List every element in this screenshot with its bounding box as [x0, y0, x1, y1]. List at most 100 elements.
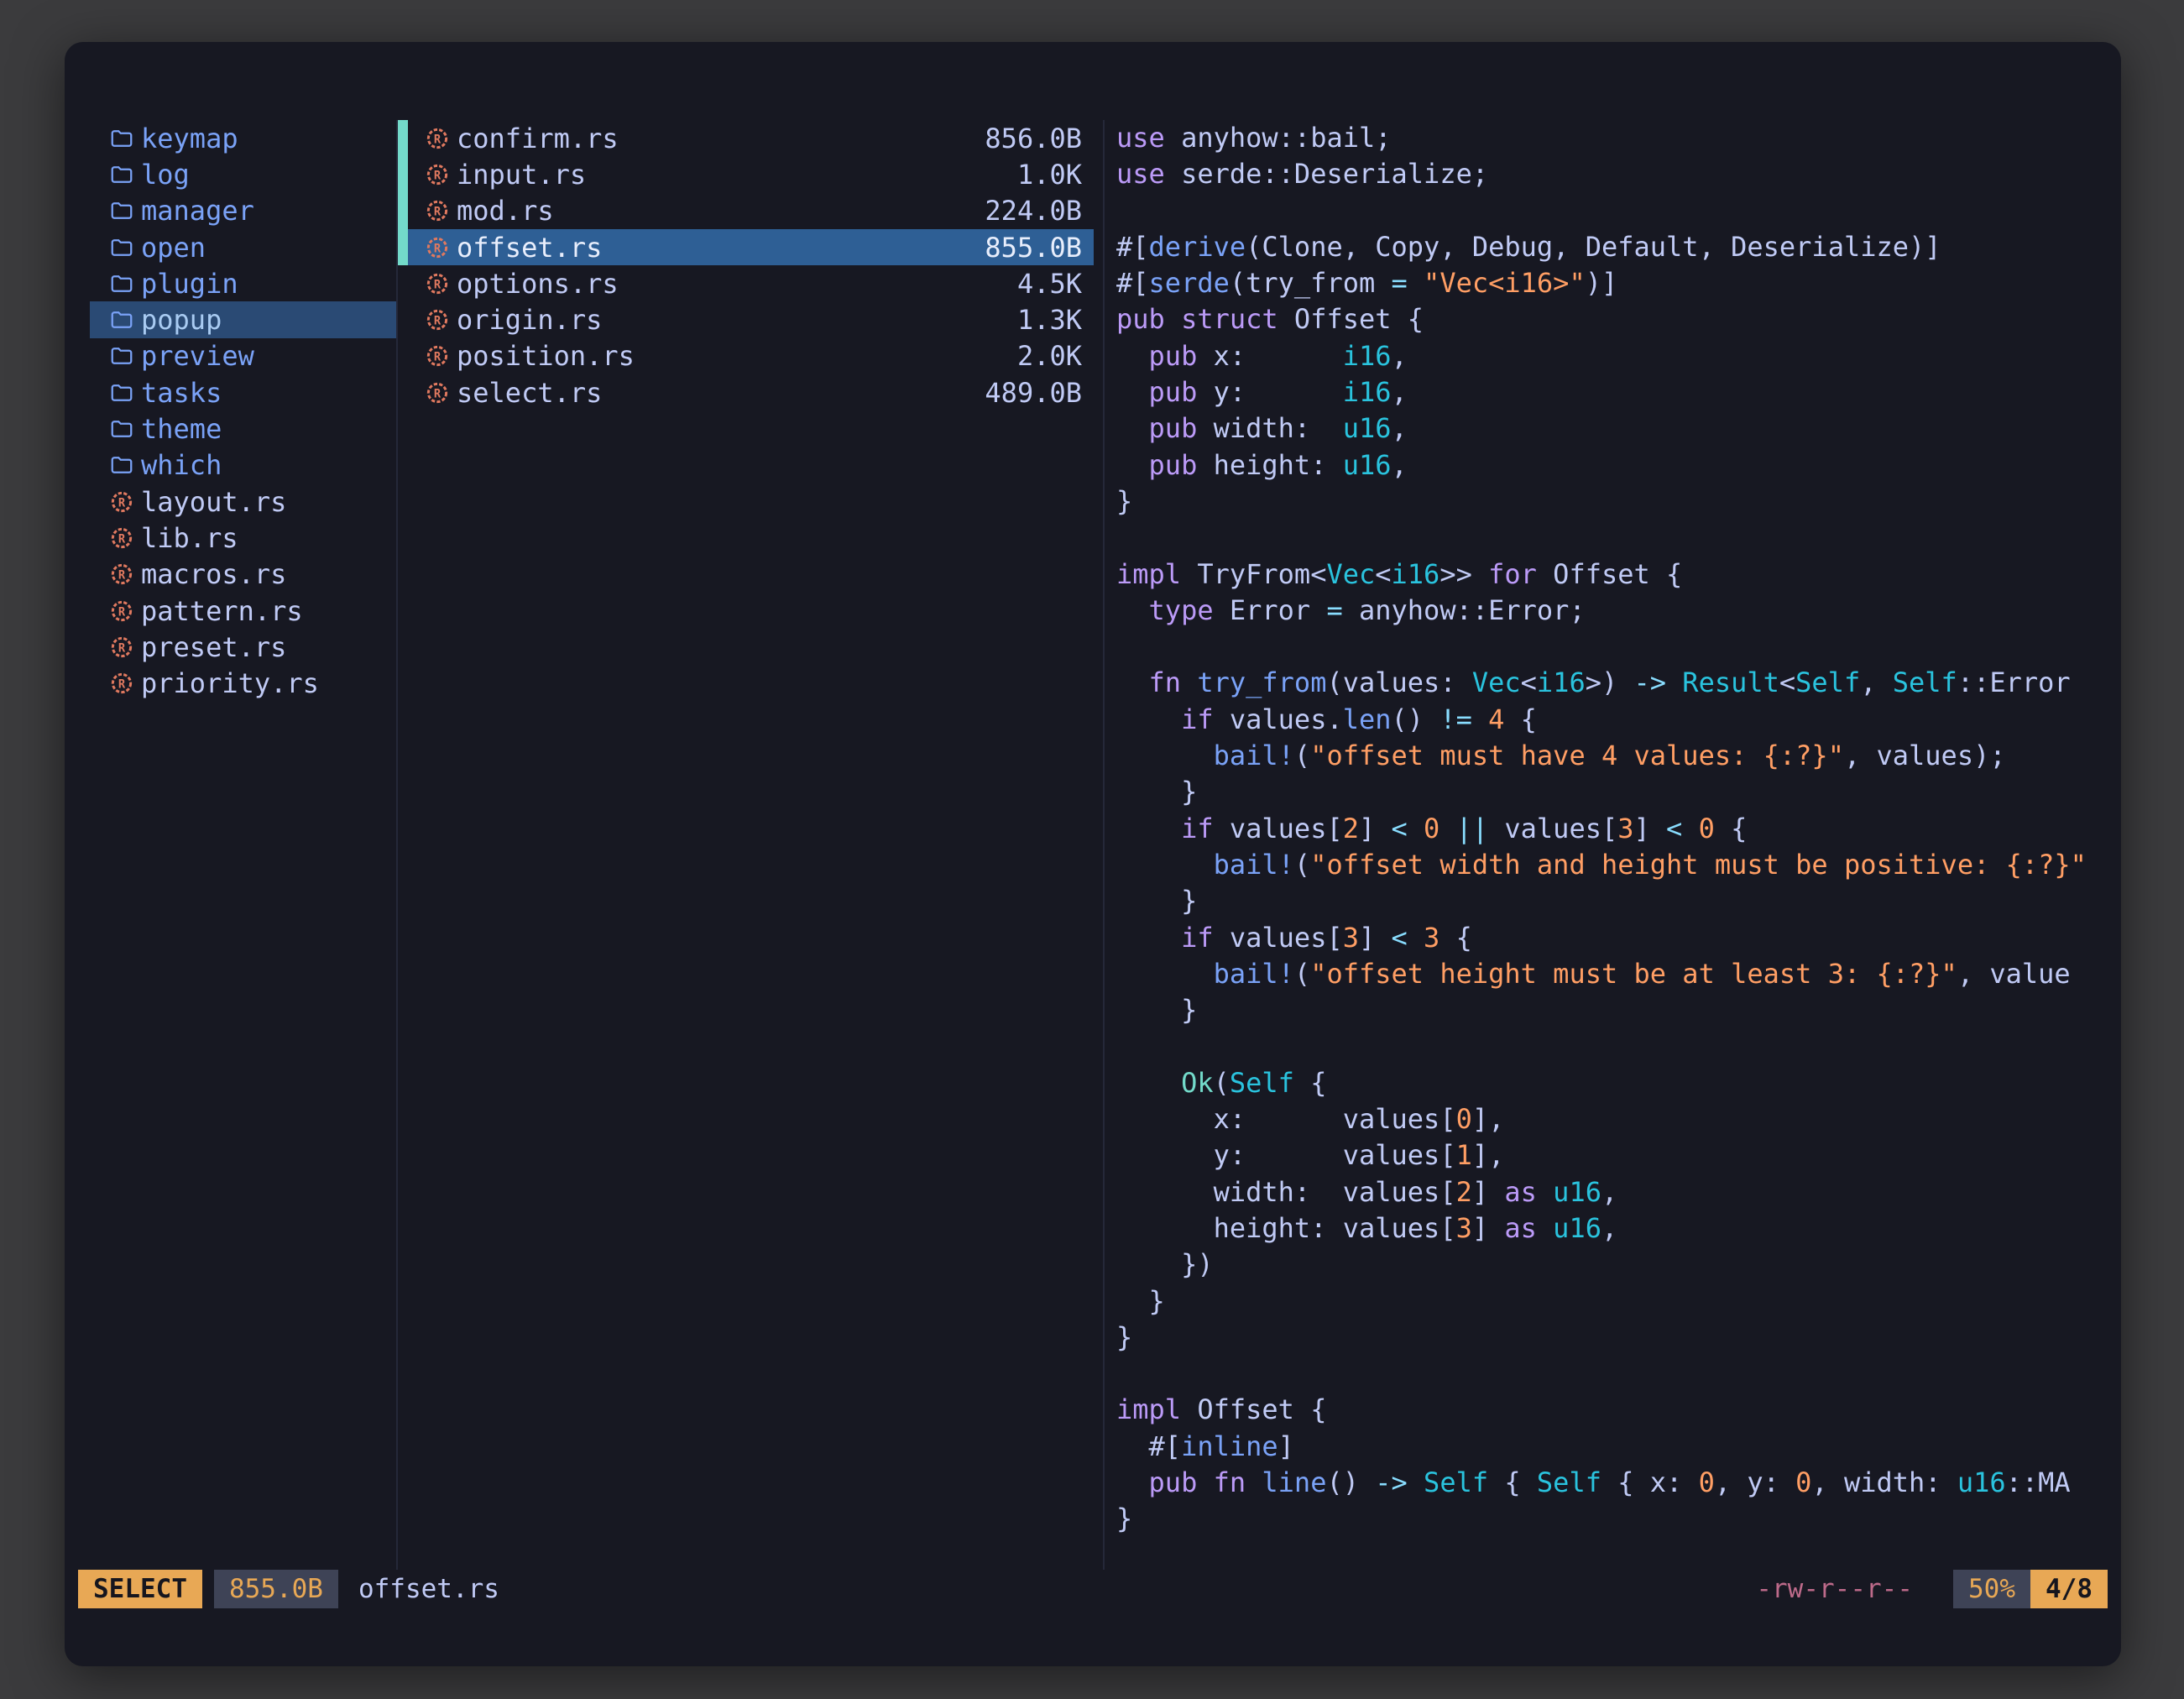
selection-mark-bar — [398, 120, 408, 156]
scroll-percent-badge: 50% — [1953, 1570, 2030, 1608]
file-size: 856.0B — [985, 123, 1082, 154]
file-size: 1.0K — [1017, 159, 1082, 191]
code-line: #[inline] — [1116, 1429, 2121, 1465]
sidebar-item-which[interactable]: which — [90, 447, 396, 484]
sidebar-item-label: which — [141, 449, 222, 481]
sidebar-item-popup[interactable]: popup — [90, 301, 396, 337]
file-row-confirm-rs[interactable]: Rconfirm.rs856.0B — [408, 120, 1094, 156]
sidebar-item-label: preview — [141, 340, 254, 372]
file-row-select-rs[interactable]: Rselect.rs489.0B — [408, 374, 1094, 410]
file-size: 224.0B — [985, 195, 1082, 227]
rust-file-icon: R — [109, 489, 134, 515]
svg-text:R: R — [434, 351, 442, 364]
code-line: } — [1116, 774, 2121, 810]
code-line: #[derive(Clone, Copy, Debug, Default, De… — [1116, 229, 2121, 265]
sidebar-item-plugin[interactable]: plugin — [90, 265, 396, 301]
code-line: width: values[2] as u16, — [1116, 1174, 2121, 1210]
sidebar-item-label: open — [141, 232, 206, 264]
file-row-input-rs[interactable]: Rinput.rs1.0K — [408, 156, 1094, 192]
file-name: position.rs — [457, 340, 635, 372]
folder-icon — [109, 307, 134, 332]
rust-file-icon: R — [109, 635, 134, 660]
sidebar-item-label: tasks — [141, 377, 222, 409]
file-name: origin.rs — [457, 304, 602, 336]
code-line: Ok(Self { — [1116, 1065, 2121, 1101]
file-row-options-rs[interactable]: Roptions.rs4.5K — [408, 265, 1094, 301]
rust-file-icon: R — [109, 671, 134, 696]
code-line: bail!("offset must have 4 values: {:?}",… — [1116, 738, 2121, 774]
sidebar-item-label: plugin — [141, 268, 238, 300]
selection-mark-bar — [398, 193, 408, 229]
sidebar-item-pattern-rs[interactable]: Rpattern.rs — [90, 593, 396, 629]
sidebar-item-open[interactable]: open — [90, 229, 396, 265]
sidebar-item-label: keymap — [141, 123, 238, 154]
svg-text:R: R — [118, 496, 126, 510]
sidebar-item-macros-rs[interactable]: Rmacros.rs — [90, 557, 396, 593]
file-size: 855.0B — [985, 232, 1082, 264]
rust-file-icon: R — [425, 271, 450, 296]
svg-text:R: R — [118, 677, 126, 691]
selection-mark-bar — [398, 156, 408, 192]
rust-file-icon: R — [425, 126, 450, 151]
sidebar-item-layout-rs[interactable]: Rlayout.rs — [90, 484, 396, 520]
code-line: } — [1116, 1283, 2121, 1320]
code-line: if values[2] < 0 || values[3] < 0 { — [1116, 811, 2121, 847]
sidebar-item-tasks[interactable]: tasks — [90, 374, 396, 410]
sidebar-item-priority-rs[interactable]: Rpriority.rs — [90, 665, 396, 701]
sidebar-item-preview[interactable]: preview — [90, 338, 396, 374]
folder-icon — [109, 235, 134, 260]
status-filename: offset.rs — [358, 1574, 499, 1604]
svg-text:R: R — [434, 133, 442, 146]
svg-text:R: R — [434, 278, 442, 291]
svg-text:R: R — [434, 169, 442, 182]
code-line: } — [1116, 883, 2121, 919]
svg-text:R: R — [118, 532, 126, 546]
code-line: if values[3] < 3 { — [1116, 920, 2121, 956]
code-line: fn try_from(values: Vec<i16>) -> Result<… — [1116, 665, 2121, 701]
sidebar-item-keymap[interactable]: keymap — [90, 120, 396, 156]
code-line: pub struct Offset { — [1116, 301, 2121, 337]
rust-file-icon: R — [109, 562, 134, 587]
sidebar-item-label: manager — [141, 195, 254, 227]
code-line: pub height: u16, — [1116, 447, 2121, 484]
svg-text:R: R — [434, 242, 442, 255]
folder-icon — [109, 271, 134, 296]
svg-text:R: R — [434, 387, 442, 400]
sidebar-item-manager[interactable]: manager — [90, 193, 396, 229]
sidebar-item-lib-rs[interactable]: Rlib.rs — [90, 520, 396, 556]
rust-file-icon: R — [425, 343, 450, 369]
code-line: type Error = anyhow::Error; — [1116, 593, 2121, 629]
sidebar-item-theme[interactable]: theme — [90, 410, 396, 447]
folder-icon — [109, 380, 134, 405]
code-line: } — [1116, 992, 2121, 1028]
rust-file-icon: R — [425, 307, 450, 332]
sidebar-item-label: priority.rs — [141, 667, 319, 699]
rust-file-icon: R — [109, 599, 134, 624]
file-permissions: -rw-r--r-- — [1756, 1574, 1913, 1604]
file-row-offset-rs[interactable]: Roffset.rs855.0B — [408, 229, 1094, 265]
folder-icon — [109, 452, 134, 478]
sidebar-item-label: popup — [141, 304, 222, 336]
file-row-mod-rs[interactable]: Rmod.rs224.0B — [408, 193, 1094, 229]
code-line: pub y: i16, — [1116, 374, 2121, 410]
sidebar-item-label: preset.rs — [141, 631, 286, 663]
selection-mark-bar — [398, 229, 408, 265]
yazi-panes: keymaplogmanager open plugin popup preview ta… — [65, 120, 2121, 1570]
sidebar: keymaplogmanager open plugin popup preview ta… — [65, 120, 396, 1570]
file-row-origin-rs[interactable]: Rorigin.rs1.3K — [408, 301, 1094, 337]
folder-icon — [109, 416, 134, 442]
code-line — [1116, 520, 2121, 556]
folder-icon — [109, 126, 134, 151]
folder-icon — [109, 198, 134, 223]
file-list: Rconfirm.rs856.0BRinput.rs1.0KRmod.rs224… — [396, 120, 1105, 1570]
code-line: pub fn line() -> Self { Self { x: 0, y: … — [1116, 1465, 2121, 1501]
sidebar-item-log[interactable]: log — [90, 156, 396, 192]
code-line: height: values[3] as u16, — [1116, 1210, 2121, 1247]
sidebar-item-preset-rs[interactable]: Rpreset.rs — [90, 629, 396, 665]
file-row-position-rs[interactable]: Rposition.rs2.0K — [408, 338, 1094, 374]
rust-file-icon: R — [109, 525, 134, 551]
sidebar-item-label: layout.rs — [141, 486, 286, 518]
code-line — [1116, 193, 2121, 229]
preview-pane: use anyhow::bail;use serde::Deserialize;… — [1105, 120, 2121, 1570]
file-name: mod.rs — [457, 195, 554, 227]
